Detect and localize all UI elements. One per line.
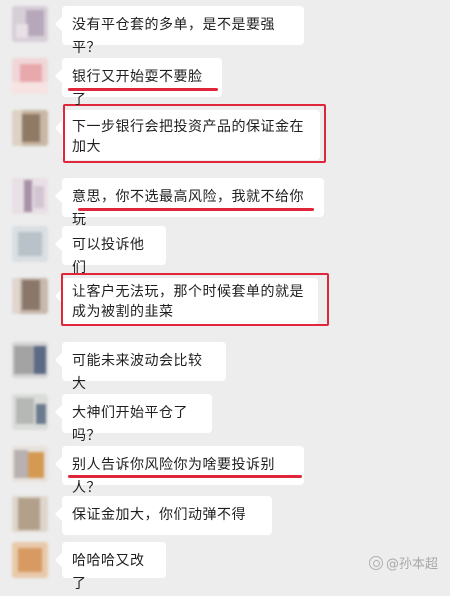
red-underline	[68, 88, 218, 91]
avatar[interactable]	[12, 278, 48, 314]
message-text: 大神们开始平仓了吗？	[72, 405, 188, 444]
avatar[interactable]	[12, 178, 48, 214]
avatar[interactable]	[12, 342, 48, 378]
avatar[interactable]	[12, 496, 48, 532]
message-text: 没有平仓套的多单，是不是要强平？	[72, 17, 275, 56]
message-bubble[interactable]: 可能未来波动会比较大	[62, 342, 226, 392]
message-bubble[interactable]: 哈哈哈又改了	[62, 542, 166, 592]
red-underline	[78, 208, 314, 211]
message-bubble[interactable]: 可以投诉他们	[62, 226, 166, 276]
message-bubble[interactable]: 没有平仓套的多单，是不是要强平？	[62, 6, 304, 56]
message-text: 可以投诉他们	[72, 237, 145, 276]
message-bubble[interactable]: 意思，你不选最高风险，我就不给你玩	[62, 178, 324, 228]
avatar[interactable]	[12, 58, 48, 94]
avatar[interactable]	[12, 226, 48, 262]
message-bubble[interactable]: 保证金加大，你们动弹不得	[62, 496, 272, 535]
avatar[interactable]	[12, 110, 48, 146]
watermark-text: @孙本超	[385, 557, 438, 572]
avatar[interactable]	[12, 542, 48, 578]
avatar[interactable]	[12, 394, 48, 430]
message-text: 可能未来波动会比较大	[72, 353, 203, 392]
red-underline	[68, 475, 302, 478]
message-text: 哈哈哈又改了	[72, 553, 145, 592]
message-bubble[interactable]: 大神们开始平仓了吗？	[62, 394, 212, 444]
avatar[interactable]	[12, 446, 48, 482]
weibo-logo-icon	[368, 555, 383, 570]
chat-window: 没有平仓套的多单，是不是要强平？ 银行又开始耍不要脸了 下一步银行会把投资产品的…	[0, 0, 450, 592]
message-bubble[interactable]: 银行又开始耍不要脸了	[62, 58, 222, 108]
watermark: @孙本超	[368, 553, 438, 572]
message-text: 保证金加大，你们动弹不得	[72, 507, 246, 523]
message-bubble[interactable]: 别人告诉你风险你为啥要投诉别人？	[62, 446, 304, 496]
avatar[interactable]	[12, 6, 48, 42]
